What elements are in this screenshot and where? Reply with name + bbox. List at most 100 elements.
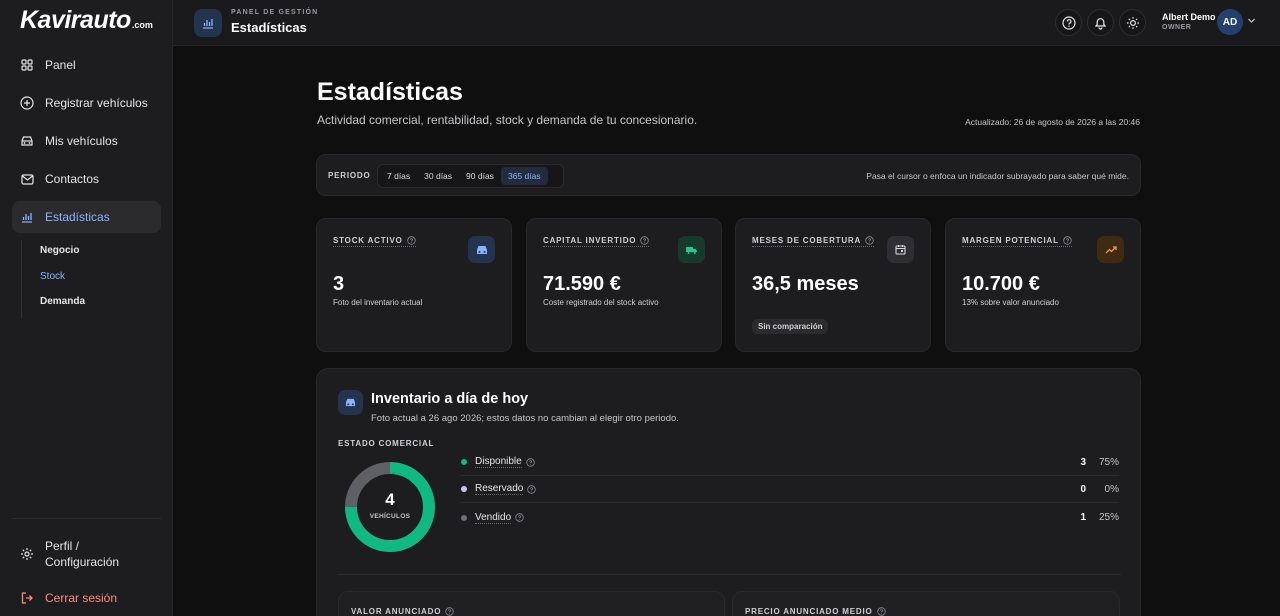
sidebar-item-panel[interactable]: Panel bbox=[12, 49, 161, 81]
kpi-label-text: MESES DE COBERTURA bbox=[752, 236, 862, 245]
help-icon bbox=[876, 607, 886, 616]
user-name[interactable]: Albert Demo bbox=[1162, 12, 1216, 22]
logo-suffix: .com bbox=[131, 20, 153, 30]
status-name[interactable]: Disponible bbox=[475, 456, 522, 468]
top-header: PANEL DE GESTIÓN Estadísticas Albert Dem… bbox=[173, 0, 1280, 46]
avatar[interactable]: AD bbox=[1217, 9, 1243, 35]
sun-icon bbox=[1126, 16, 1139, 29]
status-row-vendido: Vendido 1 25% bbox=[460, 504, 1119, 531]
period-option-90[interactable]: 90 días bbox=[459, 167, 501, 185]
logo[interactable]: Kavirauto .com bbox=[20, 6, 153, 34]
donut-caption: VEHÍCULOS bbox=[369, 513, 411, 520]
help-icon bbox=[445, 607, 454, 616]
sidebar-divider bbox=[12, 518, 161, 519]
period-bar: PERIODO 7 días 30 días 90 días 365 días … bbox=[316, 154, 1141, 196]
sidebar-item-mis-vehiculos[interactable]: Mis vehículos bbox=[12, 125, 161, 157]
truck-icon bbox=[678, 236, 705, 263]
calendar-icon bbox=[887, 236, 914, 263]
sidebar: Kavirauto .com Panel Registrar vehículos… bbox=[0, 0, 173, 616]
sidebar-item-registrar[interactable]: Registrar vehículos bbox=[12, 87, 161, 119]
logout-label: Cerrar sesión bbox=[45, 591, 118, 605]
kpi-label-text: STOCK ACTIVO bbox=[333, 236, 403, 245]
kpi-label[interactable]: MESES DE COBERTURA bbox=[752, 236, 875, 247]
kpi-value: 10.700 € bbox=[962, 273, 1040, 295]
inventory-subtitle: Foto actual a 26 ago 2026; estos datos n… bbox=[371, 413, 679, 424]
sidebar-item-contactos[interactable]: Contactos bbox=[12, 163, 161, 195]
status-row-reservado: Reservado 0 0% bbox=[460, 476, 1119, 503]
kpi-label[interactable]: CAPITAL INVERTIDO bbox=[543, 236, 650, 247]
sidebar-item-label: Estadísticas bbox=[45, 210, 110, 224]
plus-circle-icon bbox=[20, 96, 34, 110]
status-count: 1 bbox=[1080, 512, 1086, 523]
chevron-down-icon[interactable] bbox=[1247, 16, 1256, 25]
inventory-title: Inventario a día de hoy bbox=[371, 391, 529, 407]
help-icon bbox=[865, 236, 874, 245]
configuracion-label: Configuración bbox=[45, 555, 120, 569]
status-dot bbox=[461, 486, 467, 492]
period-option-7[interactable]: 7 días bbox=[380, 167, 417, 185]
sidebar-item-estadisticas[interactable]: Estadísticas bbox=[12, 201, 161, 233]
kpi-value: 71.590 € bbox=[543, 273, 621, 295]
sub-card-label-text: PRECIO ANUNCIADO MEDIO bbox=[745, 607, 873, 616]
header-kicker: PANEL DE GESTIÓN bbox=[231, 9, 319, 16]
car-icon bbox=[468, 236, 495, 263]
kpi-card-meses-cobertura: MESES DE COBERTURA 36,5 meses Sin compar… bbox=[735, 218, 931, 352]
period-option-30[interactable]: 30 días bbox=[417, 167, 459, 185]
submenu-line bbox=[21, 240, 22, 318]
user-role: OWNER bbox=[1162, 24, 1192, 31]
status-count: 3 bbox=[1080, 456, 1086, 468]
chart-icon bbox=[20, 210, 34, 224]
sidebar-item-label: Mis vehículos bbox=[45, 134, 118, 148]
kpi-value: 3 bbox=[333, 273, 345, 295]
sidebar-subitem-demanda[interactable]: Demanda bbox=[40, 296, 85, 307]
sidebar-item-label: Contactos bbox=[45, 172, 100, 186]
updated-timestamp: Actualizado: 26 de agosto de 2026 a las … bbox=[965, 117, 1140, 127]
kpi-note: 13% sobre valor anunciado bbox=[962, 298, 1059, 307]
help-icon bbox=[527, 484, 537, 494]
header-title: Estadísticas bbox=[231, 20, 307, 35]
period-label: PERIODO bbox=[328, 171, 371, 180]
page-title: Estadísticas bbox=[317, 78, 463, 106]
kpi-note: Foto del inventario actual bbox=[333, 298, 423, 307]
logout-icon bbox=[20, 591, 34, 605]
inventory-card: Inventario a día de hoy Foto actual a 26… bbox=[316, 368, 1141, 616]
sidebar-subitem-negocio[interactable]: Negocio bbox=[40, 245, 79, 256]
car-icon bbox=[338, 390, 363, 415]
sub-card-label[interactable]: PRECIO ANUNCIADO MEDIO bbox=[745, 607, 886, 616]
status-dot bbox=[461, 459, 467, 465]
status-row-disponible: Disponible 3 75% bbox=[460, 449, 1119, 476]
status-name[interactable]: Vendido bbox=[475, 512, 512, 524]
notifications-button[interactable] bbox=[1087, 9, 1114, 36]
mail-icon bbox=[20, 172, 34, 186]
help-icon bbox=[526, 457, 535, 467]
kpi-card-capital-invertido: CAPITAL INVERTIDO 71.590 € Coste registr… bbox=[526, 218, 722, 352]
kpi-label[interactable]: STOCK ACTIVO bbox=[333, 236, 416, 247]
perfil-label: Perfil / bbox=[45, 539, 80, 553]
logout-button[interactable]: Cerrar sesión bbox=[20, 591, 117, 605]
theme-toggle-button[interactable] bbox=[1119, 9, 1146, 36]
sidebar-subitem-stock[interactable]: Stock bbox=[40, 271, 65, 282]
status-percent: 25% bbox=[1098, 512, 1119, 523]
kpi-label-text: MARGEN POTENCIAL bbox=[962, 236, 1059, 245]
donut-total: 4 bbox=[385, 490, 395, 509]
bell-icon bbox=[1094, 17, 1107, 30]
gear-icon bbox=[20, 547, 34, 561]
status-name[interactable]: Reservado bbox=[475, 483, 524, 495]
period-selector: 7 días 30 días 90 días 365 días bbox=[377, 164, 564, 188]
sub-card-label[interactable]: VALOR ANUNCIADO bbox=[351, 607, 454, 616]
help-icon bbox=[640, 236, 650, 245]
help-icon bbox=[406, 236, 416, 245]
period-option-365[interactable]: 365 días bbox=[500, 167, 548, 185]
grid-icon bbox=[20, 58, 34, 72]
trend-up-icon bbox=[1097, 236, 1124, 263]
sidebar-item-perfil[interactable]: Perfil / Configuración bbox=[20, 538, 119, 570]
help-button[interactable] bbox=[1055, 9, 1082, 36]
help-icon bbox=[515, 513, 524, 522]
sidebar-item-label: Registrar vehículos bbox=[45, 96, 148, 110]
kpi-value: 36,5 meses bbox=[752, 273, 859, 295]
kpi-label[interactable]: MARGEN POTENCIAL bbox=[962, 236, 1072, 247]
status-dot bbox=[461, 514, 467, 521]
kpi-card-stock-activo: STOCK ACTIVO 3 Foto del inventario actua… bbox=[316, 218, 512, 352]
chart-icon bbox=[194, 9, 222, 37]
kpi-label-text: CAPITAL INVERTIDO bbox=[543, 236, 637, 245]
